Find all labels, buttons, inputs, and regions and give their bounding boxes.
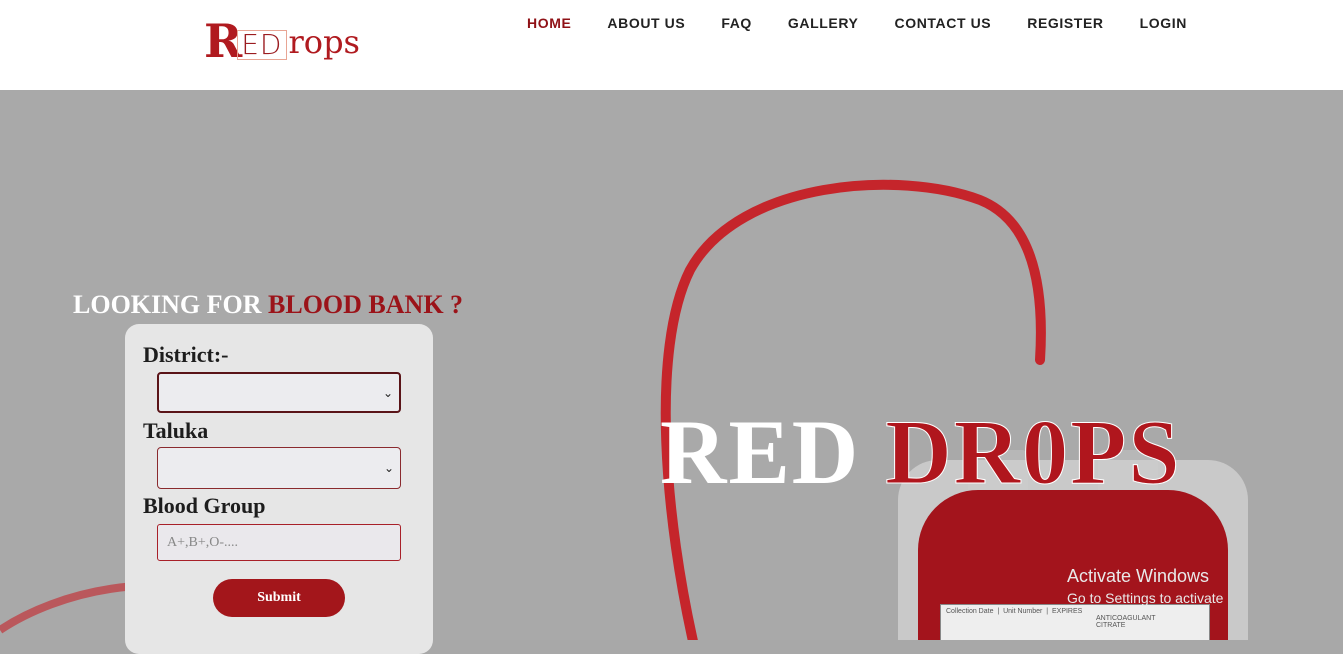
nav-about-link[interactable]: ABOUT US xyxy=(607,14,685,32)
logo-letters-rops: rops xyxy=(288,23,360,61)
search-heading-white: LOOKING FOR xyxy=(73,290,269,319)
chevron-down-icon: ⌄ xyxy=(383,461,394,475)
activate-windows-watermark: Activate Windows Go to Settings to activ… xyxy=(1067,565,1223,608)
search-heading-red: BLOOD BANK ? xyxy=(268,290,464,319)
submit-button[interactable]: Submit xyxy=(213,579,345,617)
logo-letters-ed: ED xyxy=(237,30,287,60)
bag-unit-number: Unit Number xyxy=(1003,608,1043,615)
watermark-line2: Go to Settings to activate xyxy=(1067,590,1224,606)
taluka-label: Taluka xyxy=(143,418,209,443)
district-select[interactable]: ⌄ xyxy=(157,372,401,413)
district-label: District:- xyxy=(143,342,229,367)
search-heading: LOOKING FOR BLOOD BANK ? xyxy=(73,290,463,320)
site-logo[interactable]: R ED rops xyxy=(204,14,360,64)
taluka-select[interactable]: ⌄ xyxy=(157,447,401,489)
nav-faq-link[interactable]: FAQ xyxy=(721,14,752,32)
bag-expires: EXPIRES xyxy=(1051,608,1083,615)
blood-bank-search-form: District:- ⌄ Taluka ⌄ Blood Group A+,B+,… xyxy=(125,324,433,654)
site-header: R ED rops HOME ABOUT US FAQ GALLERY CONT… xyxy=(0,0,1343,90)
nav-login-link[interactable]: LOGIN xyxy=(1140,14,1187,32)
blood-group-label: Blood Group xyxy=(143,493,266,518)
nav-home-link[interactable]: HOME xyxy=(527,14,571,32)
chevron-down-icon: ⌄ xyxy=(382,385,393,400)
hero-title-white: RED xyxy=(660,401,886,503)
nav-contact-link[interactable]: CONTACT US xyxy=(895,14,992,32)
watermark-line1: Activate Windows xyxy=(1067,566,1210,586)
hero-title-red: DR0PS xyxy=(885,401,1182,503)
blood-bag-label: Collection Date | Unit Number | EXPIRES … xyxy=(940,604,1210,640)
nav-register-link[interactable]: REGISTER xyxy=(1027,14,1103,32)
main-nav: HOME ABOUT US FAQ GALLERY CONTACT US REG… xyxy=(527,14,1223,32)
bag-anticoagulant: ANTICOAGULANT xyxy=(1096,615,1156,622)
blood-group-input[interactable]: A+,B+,O-.... xyxy=(157,524,401,561)
bag-citrate: CITRATE xyxy=(1096,622,1126,629)
nav-gallery-link[interactable]: GALLERY xyxy=(788,14,859,32)
hero-title: RED DR0PS xyxy=(660,401,1182,503)
bag-collection-date: Collection Date xyxy=(946,608,994,615)
